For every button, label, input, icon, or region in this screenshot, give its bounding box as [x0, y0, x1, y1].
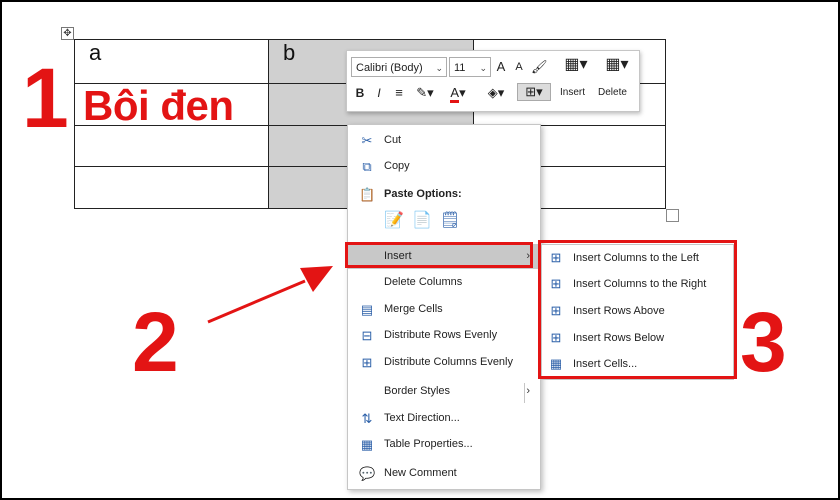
menu-item-distribute-columns[interactable]: ⊞ Distribute Columns Evenly — [348, 350, 540, 375]
format-painter-icon[interactable]: 🖌 — [531, 59, 548, 75]
shrink-font-button[interactable]: A — [512, 59, 526, 75]
font-name-combo[interactable]: Calibri (Body) ⌄ — [351, 57, 447, 77]
menu-item-merge-cells[interactable]: ▤ Merge Cells — [348, 297, 540, 322]
step-number-1: 1 — [22, 51, 69, 145]
step-number-3: 3 — [740, 295, 787, 389]
insert-button-label[interactable]: Insert — [560, 87, 585, 98]
text-direction-icon: ⇅ — [361, 411, 373, 426]
shading-icon[interactable]: ◈▾ — [483, 85, 509, 101]
borders-icon[interactable]: ⊞▾ — [517, 83, 551, 101]
distribute-rows-icon: ⊟ — [361, 328, 373, 343]
delete-table-icon[interactable]: ▦▾ — [602, 57, 632, 73]
table-cell[interactable] — [74, 166, 269, 209]
chevron-down-icon: ⌄ — [435, 63, 443, 73]
scissors-icon: ✂ — [361, 133, 373, 148]
table-move-handle-icon[interactable]: ✥ — [61, 27, 74, 40]
grow-font-button[interactable]: A — [494, 59, 508, 75]
step-number-2: 2 — [132, 295, 179, 389]
insert-highlight-box — [345, 242, 533, 268]
chevron-down-icon: ⌄ — [479, 63, 487, 73]
bold-button[interactable]: B — [353, 85, 367, 101]
menu-item-paste-options: 📋 Paste Options: — [359, 187, 462, 202]
clipboard-icon: 📋 — [359, 187, 376, 202]
chevron-right-icon: › — [526, 385, 530, 397]
comment-icon: 💬 — [359, 466, 376, 481]
font-color-button[interactable]: A▾ — [445, 85, 471, 103]
merge-cells-icon: ▤ — [360, 302, 374, 317]
table-properties-icon: ▦ — [360, 437, 374, 452]
copy-icon: ⧉ — [362, 159, 372, 174]
table-cell[interactable] — [74, 125, 269, 167]
insert-table-icon[interactable]: ▦▾ — [561, 57, 591, 73]
menu-item-copy[interactable]: ⧉ Copy — [348, 154, 540, 179]
font-size-combo[interactable]: 11 ⌄ — [449, 57, 491, 77]
menu-item-distribute-rows[interactable]: ⊟ Distribute Rows Evenly — [348, 323, 540, 348]
mini-toolbar: Calibri (Body) ⌄ 11 ⌄ A A 🖌 B I ≡ ✎▾ A▾ ◈▾… — [346, 50, 640, 112]
italic-button[interactable]: I — [373, 85, 385, 101]
paste-keep-formatting-icon[interactable]: 📝 — [384, 211, 404, 231]
menu-item-delete-columns[interactable]: Delete Columns — [348, 270, 540, 295]
menu-item-table-properties[interactable]: ▦ Table Properties... — [348, 432, 540, 457]
paste-text-only-icon[interactable]: 🗒 — [440, 211, 460, 231]
menu-item-border-styles[interactable]: Border Styles › — [348, 379, 540, 404]
distribute-columns-icon: ⊞ — [361, 355, 373, 370]
context-menu: ✂ Cut ⧉ Copy 📋 Paste Options: 📝 📄 🗒 Inse… — [347, 124, 541, 490]
menu-split-divider — [524, 383, 525, 403]
menu-item-text-direction[interactable]: ⇅ Text Direction... — [348, 406, 540, 431]
table-resize-handle[interactable] — [666, 209, 679, 222]
menu-item-new-comment[interactable]: 💬 New Comment — [348, 461, 540, 486]
paste-merge-formatting-icon[interactable]: 📄 — [412, 211, 432, 231]
center-align-icon[interactable]: ≡ — [391, 85, 407, 101]
submenu-highlight-box — [538, 240, 737, 379]
step-1-instruction: Bôi đen — [83, 82, 234, 129]
table-cell[interactable]: a — [74, 39, 269, 84]
menu-item-cut[interactable]: ✂ Cut — [348, 128, 540, 153]
delete-button-label[interactable]: Delete — [598, 87, 627, 98]
highlight-icon[interactable]: ✎▾ — [413, 85, 437, 101]
